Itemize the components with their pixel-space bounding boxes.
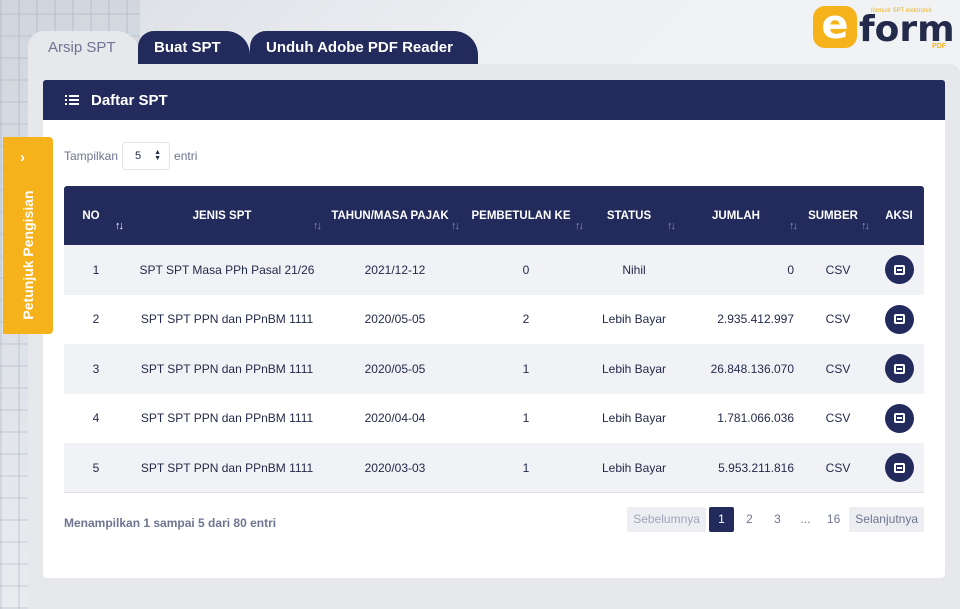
cell-no: 5	[64, 443, 128, 493]
table-row: 5 SPT SPT PPN dan PPnBM 1111 2020/03-03 …	[64, 443, 924, 493]
page-2[interactable]: 2	[737, 507, 762, 532]
card-title: Daftar SPT	[91, 91, 168, 109]
cell-pembetulan: 1	[464, 344, 588, 394]
card-header: Daftar SPT	[43, 80, 945, 120]
download-icon[interactable]	[884, 403, 914, 433]
cell-tahun: 2020/05-05	[326, 294, 464, 344]
length-prefix: Tampilkan	[64, 149, 119, 163]
cell-no: 3	[64, 344, 128, 394]
cell-status: Lebih Bayar	[588, 344, 680, 394]
table-header-row: NO ↑↓ JENIS SPT ↑↓ TAHUN/MASA PAJAK ↑↓ PEMB…	[64, 186, 924, 245]
sort-icon: ↑↓	[575, 220, 584, 232]
download-icon[interactable]	[884, 354, 914, 384]
length-suffix: entri	[174, 149, 198, 163]
length-control: Tampilkan 5 ▲ ▼ entri	[64, 142, 197, 170]
cell-status: Lebih Bayar	[588, 393, 680, 443]
header-status[interactable]: STATUS ↑↓	[588, 186, 680, 245]
download-icon[interactable]	[884, 304, 914, 334]
tab-bar: Arsip SPT Buat SPT Unduh Adobe PDF Reade…	[28, 31, 478, 65]
cell-aksi	[874, 344, 924, 394]
header-sumber[interactable]: SUMBER ↑↓	[802, 186, 874, 245]
logo-e-mark: e	[813, 5, 857, 48]
eform-logo: e formulir SPT elektronik form PDF	[813, 5, 955, 52]
cell-no: 2	[64, 294, 128, 344]
cell-jenis: SPT SPT PPN dan PPnBM 1111	[128, 393, 326, 443]
cell-jenis: SPT SPT PPN dan PPnBM 1111	[128, 443, 326, 493]
entries-select[interactable]: 5 ▲ ▼	[122, 142, 171, 170]
cell-aksi	[874, 393, 924, 443]
cell-jenis: SPT SPT PPN dan PPnBM 1111	[128, 294, 326, 344]
cell-status: Lebih Bayar	[588, 443, 680, 493]
header-jumlah[interactable]: JUMLAH ↑↓	[680, 186, 802, 245]
download-icon[interactable]	[884, 255, 914, 285]
cell-tahun: 2020/03-03	[326, 443, 464, 493]
guide-label: Petunjuk Pengisian	[20, 190, 36, 320]
tab-unduh-adobe[interactable]: Unduh Adobe PDF Reader	[250, 31, 478, 64]
cell-jumlah: 2.935.412.997	[680, 294, 802, 344]
cell-pembetulan: 1	[464, 393, 588, 443]
cell-tahun: 2020/05-05	[326, 344, 464, 394]
header-pembetulan[interactable]: PEMBETULAN KE ↑↓	[464, 186, 588, 245]
cell-status: Lebih Bayar	[588, 294, 680, 344]
sort-icon: ↑↓	[789, 220, 798, 232]
download-icon[interactable]	[884, 453, 914, 482]
list-icon	[65, 93, 79, 107]
cell-pembetulan: 1	[464, 443, 588, 493]
sort-icon: ↑↓	[451, 220, 460, 232]
cell-pembetulan: 0	[464, 245, 588, 295]
sort-icon: ↑↓	[313, 220, 322, 232]
logo-pdf-label: PDF	[932, 43, 946, 50]
cell-sumber: CSV	[802, 344, 874, 394]
header-jenis-spt[interactable]: JENIS SPT ↑↓	[128, 186, 326, 245]
petunjuk-pengisian-toggle[interactable]: › Petunjuk Pengisian	[3, 137, 53, 334]
sort-icon: ↑↓	[667, 220, 676, 232]
cell-no: 1	[64, 245, 128, 295]
cell-pembetulan: 2	[464, 294, 588, 344]
cell-jenis: SPT SPT PPN dan PPnBM 1111	[128, 344, 326, 394]
header-no[interactable]: NO ↑↓	[64, 186, 128, 245]
cell-tahun: 2020/04-04	[326, 393, 464, 443]
chevron-right-icon: ›	[20, 149, 25, 166]
pagination-next[interactable]: Selanjutnya	[849, 507, 924, 532]
cell-tahun: 2021/12-12	[326, 245, 464, 295]
cell-sumber: CSV	[802, 245, 874, 295]
cell-aksi	[874, 294, 924, 344]
header-tahun-masa[interactable]: TAHUN/MASA PAJAK ↑↓	[326, 186, 464, 245]
pagination-prev[interactable]: Sebelumnya	[627, 507, 706, 532]
cell-sumber: CSV	[802, 443, 874, 493]
tab-arsip-spt[interactable]: Arsip SPT	[28, 31, 140, 64]
cell-jumlah: 26.848.136.070	[680, 344, 802, 394]
sort-icon: ↑↓	[861, 220, 870, 232]
cell-sumber: CSV	[802, 294, 874, 344]
pagination: Sebelumnya 1 2 3 ... 16 Selanjutnya	[624, 507, 924, 532]
table-row: 2 SPT SPT PPN dan PPnBM 1111 2020/05-05 …	[64, 294, 924, 344]
cell-jenis: SPT SPT Masa PPh Pasal 21/26	[128, 245, 326, 295]
page-ellipsis: ...	[800, 512, 811, 526]
sort-icon: ↑↓	[115, 220, 124, 232]
table-row: 3 SPT SPT PPN dan PPnBM 1111 2020/05-05 …	[64, 344, 924, 394]
cell-sumber: CSV	[802, 393, 874, 443]
cell-jumlah: 5.953.211.816	[680, 443, 802, 493]
select-arrows-icon: ▲ ▼	[154, 149, 162, 162]
entries-value: 5	[135, 150, 142, 162]
page-1[interactable]: 1	[708, 507, 734, 532]
page-16[interactable]: 16	[821, 507, 846, 532]
table-info: Menampilkan 1 sampai 5 dari 80 entri	[64, 516, 277, 530]
cell-jumlah: 1.781.066.036	[680, 393, 802, 443]
header-aksi: AKSI	[874, 186, 924, 245]
cell-status: Nihil	[588, 245, 680, 295]
spt-table: NO ↑↓ JENIS SPT ↑↓ TAHUN/MASA PAJAK ↑↓ PEMB…	[64, 186, 924, 493]
cell-no: 4	[64, 393, 128, 443]
cell-aksi	[874, 245, 924, 295]
tab-buat-spt[interactable]: Buat SPT	[138, 31, 250, 64]
table-row: 1 SPT SPT Masa PPh Pasal 21/26 2021/12-1…	[64, 245, 924, 295]
page-3[interactable]: 3	[765, 507, 790, 532]
table-row: 4 SPT SPT PPN dan PPnBM 1111 2020/04-04 …	[64, 393, 924, 443]
cell-aksi	[874, 443, 924, 493]
cell-jumlah: 0	[680, 245, 802, 295]
spt-list-card: Daftar SPT Tampilkan 5 ▲ ▼ entri NO ↑↓ JEN…	[43, 80, 945, 578]
